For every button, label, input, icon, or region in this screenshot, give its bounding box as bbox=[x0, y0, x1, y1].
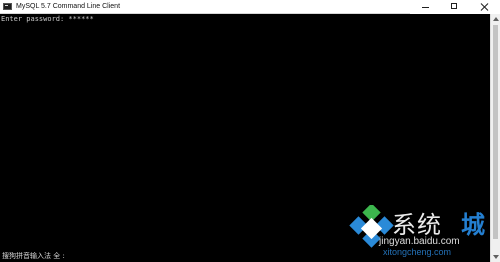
window-controls bbox=[410, 0, 500, 14]
scroll-up-icon[interactable] bbox=[493, 17, 499, 21]
close-button[interactable] bbox=[470, 0, 500, 14]
minimize-button[interactable] bbox=[410, 0, 440, 14]
console-icon bbox=[3, 3, 12, 10]
vertical-scrollbar[interactable] bbox=[490, 14, 500, 262]
close-icon bbox=[480, 2, 490, 12]
console-output-area[interactable]: Enter password: ****** bbox=[0, 14, 490, 262]
window-title: MySQL 5.7 Command Line Client bbox=[16, 3, 121, 10]
title-bar[interactable]: MySQL 5.7 Command Line Client bbox=[0, 0, 500, 14]
mysql-command-line-window: MySQL 5.7 Command Line Client Enter pass… bbox=[0, 0, 500, 262]
maximize-button[interactable] bbox=[440, 0, 470, 14]
password-prompt-line: Enter password: ****** bbox=[1, 15, 94, 23]
minimize-icon bbox=[422, 7, 429, 8]
ime-status-text: 搜狗拼音输入法 全 : bbox=[2, 252, 65, 260]
scrollbar-thumb[interactable] bbox=[493, 25, 498, 239]
maximize-icon bbox=[451, 3, 457, 9]
scroll-down-icon[interactable] bbox=[493, 255, 499, 259]
